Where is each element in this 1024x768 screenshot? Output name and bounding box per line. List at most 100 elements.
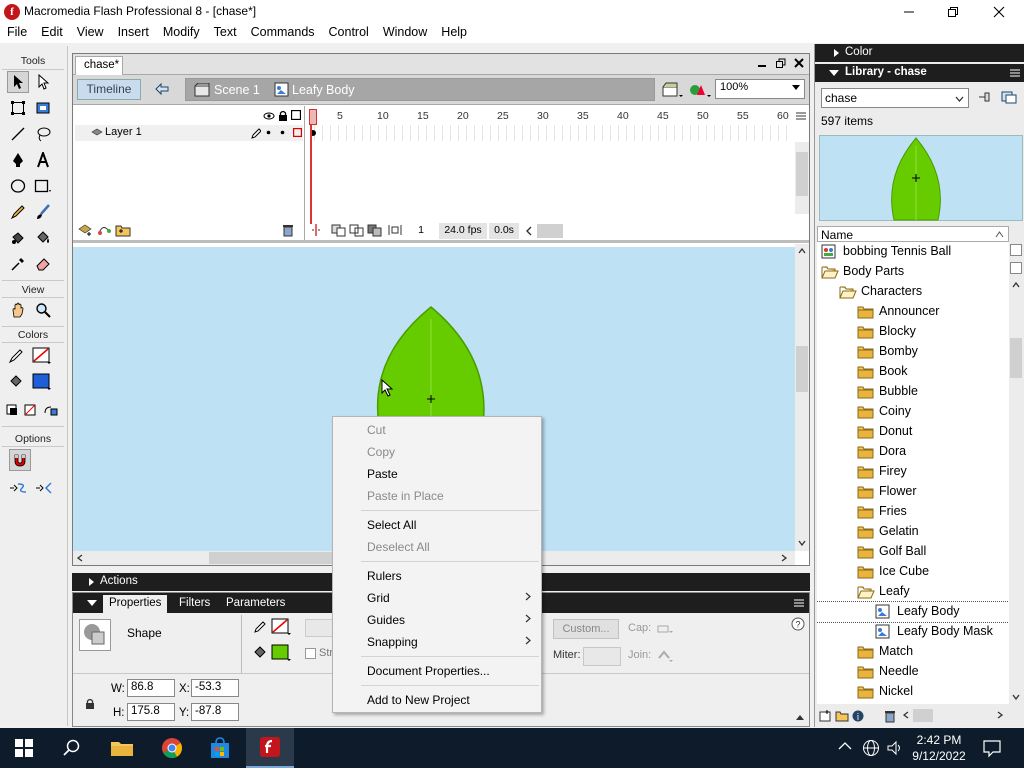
chevron-left-icon[interactable] xyxy=(903,711,909,719)
pin-library-button[interactable] xyxy=(977,90,993,104)
library-column-header[interactable]: Name xyxy=(817,226,1009,242)
snap-to-objects-button[interactable] xyxy=(9,449,31,471)
menu-insert[interactable]: Insert xyxy=(111,23,156,43)
menu-view[interactable]: View xyxy=(70,23,111,43)
doc-close-icon[interactable] xyxy=(793,57,805,69)
y-field[interactable]: -87.8 xyxy=(191,703,239,721)
doc-restore-icon[interactable] xyxy=(775,57,787,69)
breadcrumb-symbol[interactable]: Leafy Body xyxy=(292,83,355,97)
selection-tool[interactable] xyxy=(7,71,29,93)
close-window-button[interactable] xyxy=(976,0,1022,23)
zoom-tool[interactable] xyxy=(32,299,54,321)
library-item[interactable]: Blocky xyxy=(817,322,1009,342)
smooth-button[interactable] xyxy=(7,477,29,499)
zoom-select[interactable]: 100% xyxy=(715,79,805,99)
outline-icon[interactable] xyxy=(291,110,301,120)
menu-item-cut[interactable]: Cut xyxy=(333,418,541,440)
ink-bottle-tool[interactable] xyxy=(7,227,29,249)
modify-onion-markers-icon[interactable] xyxy=(387,223,403,237)
chevron-left-icon[interactable] xyxy=(77,554,83,562)
visible-dot-icon[interactable] xyxy=(266,130,271,135)
onion-skin-outlines-icon[interactable] xyxy=(349,223,365,237)
stroke-hinting-checkbox[interactable] xyxy=(305,648,316,659)
toggle-sort-icon[interactable] xyxy=(1010,244,1022,256)
library-item[interactable]: Nickel xyxy=(817,682,1009,702)
lock-constrain-icon[interactable] xyxy=(85,698,95,709)
library-item[interactable]: Ice Cube xyxy=(817,562,1009,582)
breadcrumb-scene[interactable]: Scene 1 xyxy=(214,83,260,97)
scroll-thumb[interactable] xyxy=(1010,338,1022,378)
rectangle-tool[interactable] xyxy=(32,175,54,197)
library-item[interactable]: Gelatin xyxy=(817,522,1009,542)
menu-text[interactable]: Text xyxy=(207,23,244,43)
menu-window[interactable]: Window xyxy=(376,23,434,43)
menu-commands[interactable]: Commands xyxy=(244,23,322,43)
new-library-panel-button[interactable] xyxy=(1001,90,1017,104)
straighten-button[interactable] xyxy=(33,477,55,499)
scroll-thumb[interactable] xyxy=(796,152,808,196)
center-frame-icon[interactable] xyxy=(309,223,323,237)
menu-control[interactable]: Control xyxy=(322,23,376,43)
library-item[interactable]: bobbing Tennis Ball xyxy=(817,242,1009,262)
stroke-color-swatch[interactable] xyxy=(31,345,53,367)
restore-button[interactable] xyxy=(930,0,976,23)
chevron-up-icon[interactable] xyxy=(838,741,852,751)
cap-style-icon[interactable] xyxy=(657,623,673,635)
library-item[interactable]: Flower xyxy=(817,482,1009,502)
frame-rate[interactable]: 24.0 fps xyxy=(439,223,487,239)
menu-edit[interactable]: Edit xyxy=(34,23,70,43)
fill-color-swatch[interactable] xyxy=(31,371,53,393)
library-select[interactable]: chase xyxy=(821,88,969,108)
edit-symbols-button[interactable] xyxy=(689,81,711,99)
brush-tool[interactable] xyxy=(32,201,54,223)
library-item[interactable]: Needle xyxy=(817,662,1009,682)
flash-taskbar-button[interactable] xyxy=(246,728,294,768)
library-item[interactable]: Bubble xyxy=(817,382,1009,402)
fill-transform-tool[interactable] xyxy=(32,97,54,119)
text-tool[interactable] xyxy=(32,149,54,171)
library-item[interactable]: Fries xyxy=(817,502,1009,522)
menu-modify[interactable]: Modify xyxy=(156,23,207,43)
collapse-props-icon[interactable] xyxy=(795,713,805,721)
onion-skin-icon[interactable] xyxy=(331,223,347,237)
timeline-hscroll-thumb[interactable] xyxy=(537,224,563,238)
taskbar-clock[interactable]: 2:42 PM 9/12/2022 xyxy=(900,732,978,764)
doc-minimize-icon[interactable] xyxy=(757,58,767,68)
tab-filters[interactable]: Filters xyxy=(173,595,216,613)
library-item[interactable]: Announcer xyxy=(817,302,1009,322)
lasso-tool[interactable] xyxy=(32,123,54,145)
chevron-down-icon[interactable] xyxy=(1012,694,1020,700)
library-item[interactable]: Leafy Body Mask xyxy=(817,622,1009,642)
chevron-down-icon[interactable] xyxy=(798,540,806,546)
library-vscroll[interactable] xyxy=(1009,242,1023,704)
menu-file[interactable]: File xyxy=(0,23,34,43)
minimize-button[interactable] xyxy=(886,0,932,23)
library-panel-header[interactable]: Library - chase xyxy=(815,64,1024,82)
library-item[interactable]: Donut xyxy=(817,422,1009,442)
menu-item-paste-in-place[interactable]: Paste in Place xyxy=(333,484,541,506)
timeline-toggle-button[interactable]: Timeline xyxy=(77,79,141,100)
notifications-button[interactable] xyxy=(982,738,1002,758)
line-tool[interactable] xyxy=(7,123,29,145)
lock-icon[interactable] xyxy=(278,110,288,121)
scroll-left-arrow[interactable] xyxy=(525,226,533,236)
library-item[interactable]: Book xyxy=(817,362,1009,382)
menu-item-rulers[interactable]: Rulers xyxy=(333,564,541,586)
eyedropper-tool[interactable] xyxy=(7,253,29,275)
x-field[interactable]: -53.3 xyxy=(191,679,239,697)
menu-item-deselect-all[interactable]: Deselect All xyxy=(333,535,541,557)
pen-tool[interactable] xyxy=(7,149,29,171)
add-motion-guide-icon[interactable] xyxy=(97,223,113,237)
library-item[interactable]: Body Parts xyxy=(817,262,1009,282)
start-button[interactable] xyxy=(0,728,48,768)
library-hscroll-thumb[interactable] xyxy=(913,709,933,722)
eraser-tool[interactable] xyxy=(32,253,54,275)
trash-icon[interactable] xyxy=(281,223,295,237)
insert-layer-folder-icon[interactable] xyxy=(115,223,131,237)
library-item[interactable]: Characters xyxy=(817,282,1009,302)
library-item[interactable]: Golf Ball xyxy=(817,542,1009,562)
menu-item-grid[interactable]: Grid xyxy=(333,586,541,608)
timeline-vscroll[interactable] xyxy=(795,142,809,214)
scroll-thumb[interactable] xyxy=(796,346,808,392)
chevron-right-icon[interactable] xyxy=(997,711,1003,719)
